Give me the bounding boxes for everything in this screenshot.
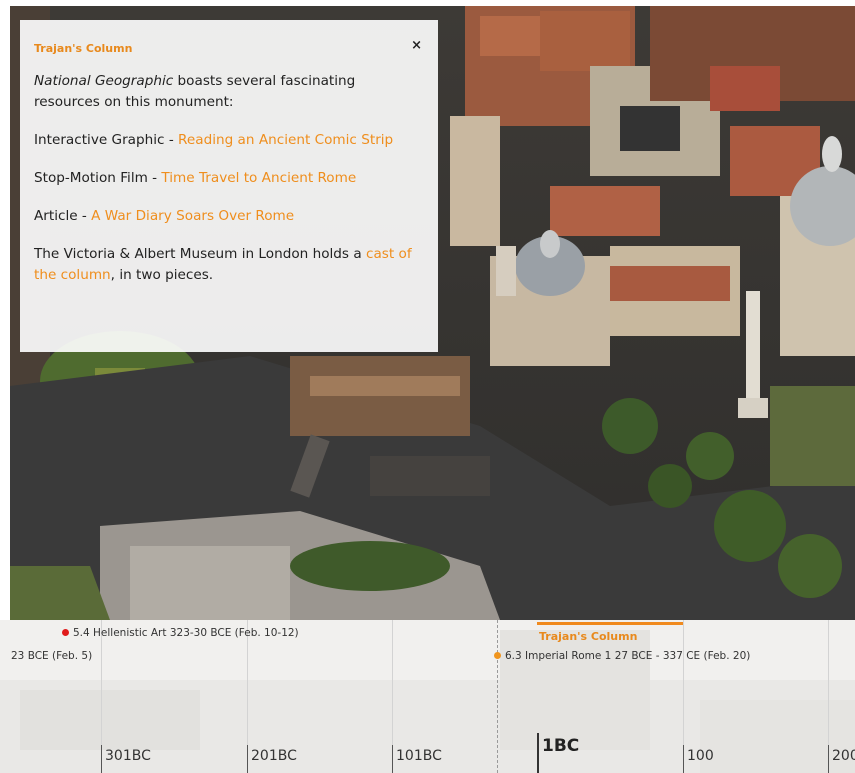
va-prefix: The Victoria & Albert Museum in London h…	[34, 246, 366, 262]
link-war-diary[interactable]: A War Diary Soars Over Rome	[91, 208, 294, 224]
axis-label-major: 1BC	[542, 736, 580, 756]
close-icon[interactable]: ×	[411, 38, 422, 53]
timeline[interactable]: Trajan's Column 5.4 Hellenistic Art 323-…	[0, 620, 855, 773]
popup-title: Trajan's Column	[34, 42, 133, 55]
axis-tick	[828, 745, 829, 773]
selected-event-title[interactable]: Trajan's Column	[539, 630, 637, 643]
axis-tick	[247, 745, 248, 773]
axis-tick-major	[537, 733, 539, 773]
event-marker-dot	[494, 652, 501, 659]
link-time-travel[interactable]: Time Travel to Ancient Rome	[161, 170, 356, 186]
axis-label: 200	[832, 748, 855, 764]
popup-intro: National Geographic boasts several fasci…	[34, 71, 424, 113]
event-marker-dot	[62, 629, 69, 636]
axis-tick	[392, 745, 393, 773]
link-comic-strip[interactable]: Reading an Ancient Comic Strip	[178, 132, 393, 148]
va-note: The Victoria & Albert Museum in London h…	[34, 244, 424, 286]
resource-item: Interactive Graphic - Reading an Ancient…	[34, 130, 424, 151]
event-label: 23 BCE (Feb. 5)	[11, 650, 93, 662]
timeline-event[interactable]: 23 BCE (Feb. 5)	[11, 650, 92, 662]
resource-prefix: Stop-Motion Film -	[34, 170, 162, 186]
event-label: 5.4 Hellenistic Art 323-30 BCE (Feb. 10-…	[73, 627, 299, 639]
resource-prefix: Interactive Graphic -	[34, 132, 179, 148]
current-time-marker	[497, 620, 498, 773]
info-popup: Trajan's Column × National Geographic bo…	[20, 20, 438, 352]
axis-label: 101BC	[396, 748, 442, 764]
axis-label: 100	[687, 748, 714, 764]
axis-tick	[683, 745, 684, 773]
resource-item: Stop-Motion Film - Time Travel to Ancien…	[34, 168, 424, 189]
axis-label: 301BC	[105, 748, 151, 764]
popup-intro-em: National Geographic	[34, 73, 174, 89]
selected-event-bar[interactable]	[537, 622, 683, 625]
resource-prefix: Article -	[34, 208, 92, 224]
event-label: 6.3 Imperial Rome 1 27 BCE - 337 CE (Feb…	[505, 650, 751, 662]
resource-item: Article - A War Diary Soars Over Rome	[34, 206, 424, 227]
va-suffix: , in two pieces.	[110, 267, 214, 283]
timeline-event[interactable]: 6.3 Imperial Rome 1 27 BCE - 337 CE (Feb…	[494, 650, 750, 662]
timeline-event[interactable]: 5.4 Hellenistic Art 323-30 BCE (Feb. 10-…	[62, 627, 299, 639]
axis-tick	[101, 745, 102, 773]
axis-label: 201BC	[251, 748, 297, 764]
